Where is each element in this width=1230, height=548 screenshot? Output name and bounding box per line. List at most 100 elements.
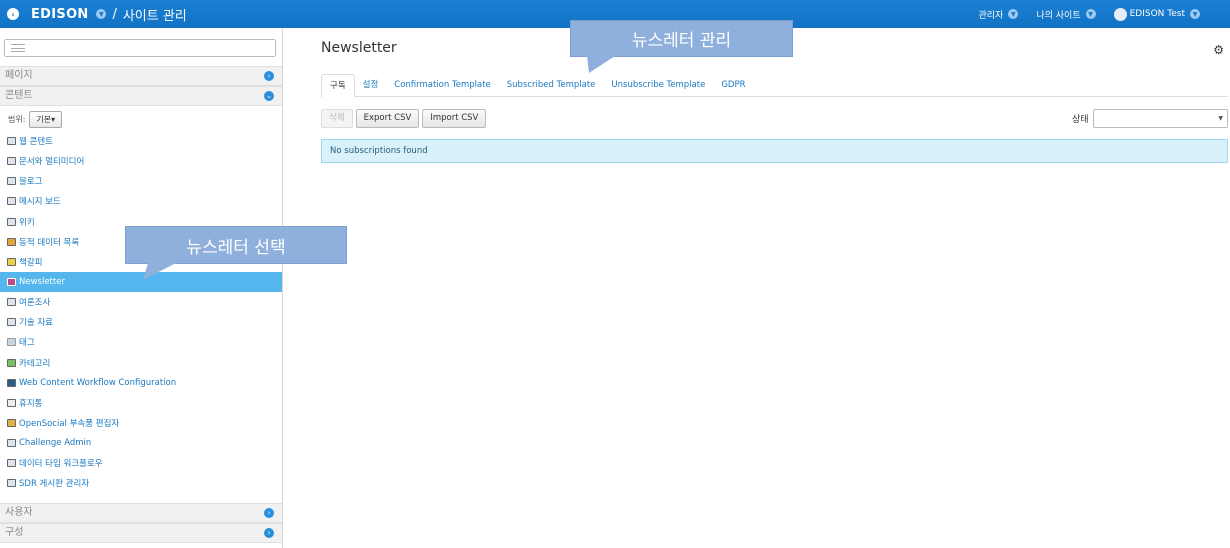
my-sites-menu-label: 나의 사이트 [1036,10,1081,21]
export-csv-button[interactable]: Export CSV [355,109,420,128]
user-menu[interactable]: EDISON Test ▼ [1113,7,1200,21]
nav-item-message-boards[interactable]: 메시지 보드 [0,191,282,211]
callout-select: 뉴스레터 선택 [125,226,347,264]
chevron-down-icon: ▼ [1190,9,1200,19]
user-name: EDISON Test [1129,9,1185,19]
admin-menu-label: 관리자 [978,10,1004,21]
chevron-down-icon: ▼ [1218,115,1223,122]
chevron-right-icon: › [264,71,274,81]
panel-pages[interactable]: 페이지 › [0,66,282,86]
nav-item-data-type-workflow[interactable]: 데이터 타입 워크플로우 [0,453,282,473]
nav-item-blogs[interactable]: 블로그 [0,171,282,191]
status-label: 상태 [1072,115,1089,125]
main-content: Newsletter ⚙ 구독 설정 Confirmation Template… [284,28,1230,548]
nav-item-label: 동적 데이터 목록 [19,237,80,248]
tab-gdpr[interactable]: GDPR [713,74,753,97]
panel-content-label: 콘텐트 [5,90,33,101]
content-nav-list: 웹 콘텐트 문서와 멀티미디어 블로그 메시지 보드 위키 동적 데이터 목록 … [0,131,282,494]
top-right-menus: 관리자 ▼ 나의 사이트 ▼ EDISON Test ▼ [979,0,1230,28]
nav-item-label: Challenge Admin [19,438,92,449]
nav-item-label: 웹 콘텐트 [19,137,53,148]
nav-item-tags[interactable]: 태그 [0,332,282,352]
trash-icon [7,398,16,407]
nav-item-knowledge-base[interactable]: 기술 자료 [0,312,282,332]
wiki-icon [7,217,16,226]
tab-subscribed-template[interactable]: Subscribed Template [499,74,604,97]
nav-item-categories[interactable]: 카테고리 [0,353,282,373]
chevron-right-icon: › [264,508,274,518]
panel-pages-label: 페이지 [5,70,33,81]
newsletter-icon [7,278,16,287]
sdr-board-icon [7,479,16,488]
nav-item-label: 책갈피 [19,257,43,268]
chevron-right-icon: › [264,528,274,538]
my-sites-menu[interactable]: 나의 사이트 ▼ [1036,8,1096,21]
import-csv-button[interactable]: Import CSV [422,109,487,128]
nav-item-label: 블로그 [19,177,43,188]
avatar [1113,7,1127,21]
message-board-icon [7,197,16,206]
documents-icon [7,157,16,166]
nav-item-label: 위키 [19,217,35,228]
breadcrumb-separator: / [112,6,117,22]
bookmark-icon [7,257,16,266]
nav-item-label: OpenSocial 부속품 편집자 [19,419,120,430]
callout-manage: 뉴스레터 관리 [570,20,793,57]
nav-item-label: 메시지 보드 [19,197,61,208]
tab-settings[interactable]: 설정 [355,74,387,97]
panel-content[interactable]: 콘텐트 ⌄ [0,86,282,106]
nav-item-label: 카테고리 [19,358,51,369]
scope-dropdown[interactable]: 기본▾ [29,111,63,128]
nav-item-recycle-bin[interactable]: 휴지통 [0,393,282,413]
panel-config-label: 구성 [5,527,24,538]
panel-config[interactable]: 구성 › [0,523,282,543]
callout-manage-text: 뉴스레터 관리 [631,31,732,51]
tab-confirmation-template[interactable]: Confirmation Template [386,74,498,97]
admin-menu[interactable]: 관리자 ▼ [979,8,1019,21]
poll-icon [7,298,16,307]
nav-item-label: 문서와 멀티미디어 [19,157,85,168]
nav-item-challenge-admin[interactable]: Challenge Admin [0,433,282,453]
brand-name: EDISON [31,6,89,22]
nav-item-label: SDR 게시판 관리자 [19,479,90,490]
nav-item-documents-media[interactable]: 문서와 멀티미디어 [0,151,282,171]
callout-manage-tail [587,56,615,73]
scope-label: 범위: [8,115,26,124]
data-type-workflow-icon [7,459,16,468]
chevron-down-icon: ▼ [1008,9,1019,19]
chevron-down-icon: ⌄ [264,91,274,101]
status-select[interactable]: ▼ [1093,109,1228,128]
nav-item-label: Newsletter [19,277,65,288]
nav-item-workflow-config[interactable]: Web Content Workflow Configuration [0,373,282,393]
back-icon[interactable]: ‹ [7,8,19,20]
nav-item-label: 기술 자료 [19,318,53,329]
panel-users[interactable]: 사용자 › [0,503,282,523]
scope-row: 범위: 기본▾ [8,111,63,128]
toolbar: 삭제 Export CSV Import CSV [321,109,489,128]
panel-users-label: 사용자 [5,507,33,518]
site-brand[interactable]: EDISON ▼ [31,6,107,22]
tab-subscriptions[interactable]: 구독 [321,74,355,98]
callout-select-tail [143,263,176,280]
sidebar: 페이지 › 콘텐트 ⌄ 범위: 기본▾ 웹 콘텐트 문서와 멀티미디어 블로그 … [0,28,283,548]
page-title: Newsletter [321,40,397,56]
nav-item-web-content[interactable]: 웹 콘텐트 [0,131,282,151]
blog-icon [7,177,16,186]
search-input[interactable] [4,39,276,57]
category-icon [7,358,16,367]
opensocial-icon [7,419,16,428]
gear-icon[interactable]: ⚙ [1213,43,1224,57]
web-content-icon [7,137,16,146]
search-icon [11,44,25,52]
chevron-down-icon: ▼ [1085,9,1096,19]
breadcrumb-current: 사이트 관리 [122,8,187,24]
nav-item-opensocial-editor[interactable]: OpenSocial 부속품 편집자 [0,413,282,433]
nav-item-sdr-board-admin[interactable]: SDR 게시판 관리자 [0,473,282,493]
tab-bar: 구독 설정 Confirmation Template Subscribed T… [321,74,1228,98]
tab-unsubscribe-template[interactable]: Unsubscribe Template [603,74,713,97]
delete-button[interactable]: 삭제 [321,109,353,128]
nav-item-label: 휴지통 [19,398,43,409]
nav-item-label: 태그 [19,338,35,349]
nav-item-polls[interactable]: 여론조사 [0,292,282,312]
brand-chevron-down-icon[interactable]: ▼ [96,9,107,19]
